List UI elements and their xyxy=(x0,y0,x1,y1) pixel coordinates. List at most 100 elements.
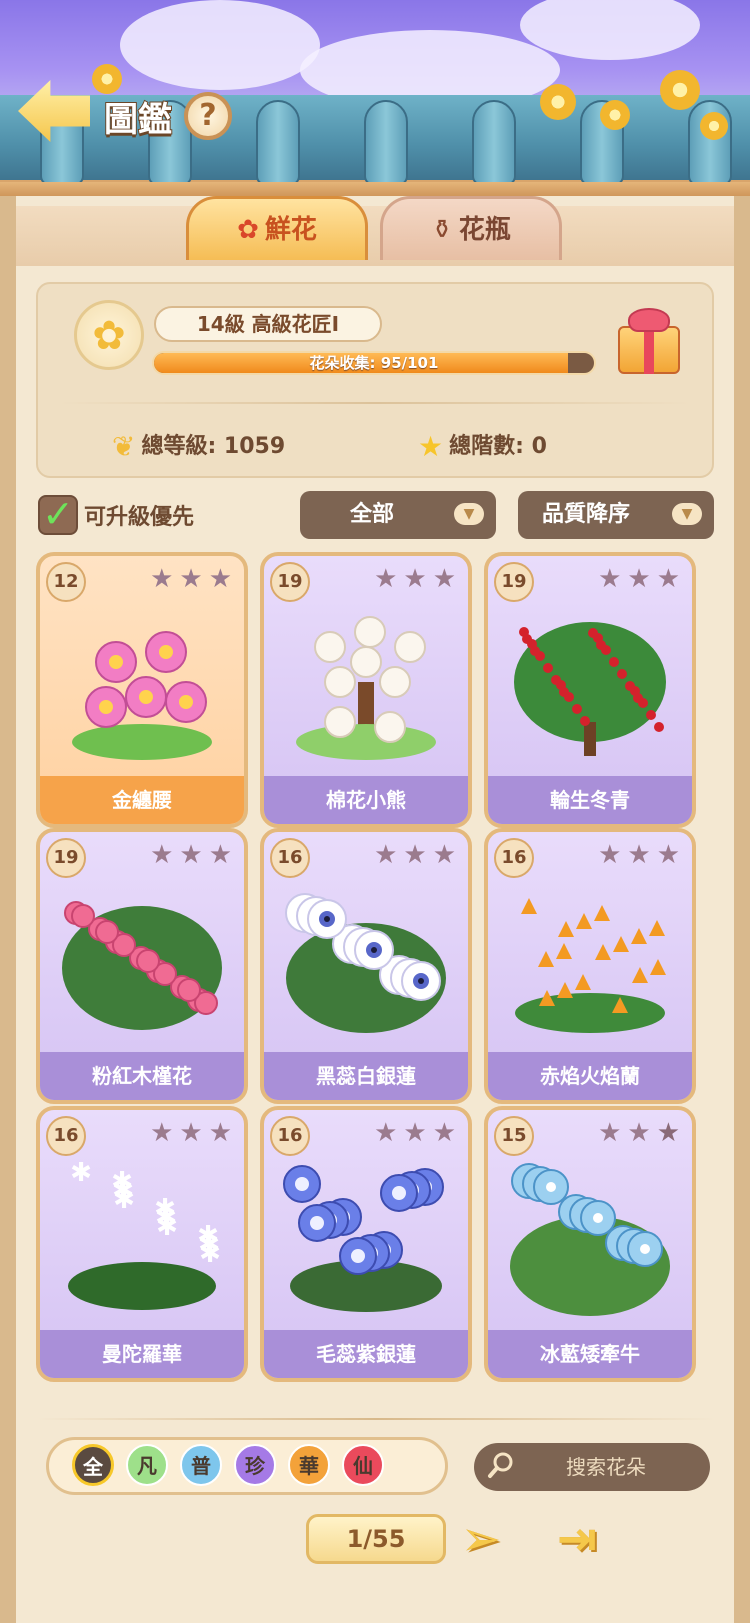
sort-dropdown[interactable]: 品質降序 ▼ xyxy=(518,491,714,539)
svg-text:✱: ✱ xyxy=(154,1194,176,1224)
star-icon: ★ xyxy=(150,564,174,594)
card-level-badge: 16 xyxy=(270,1116,310,1156)
quality-filter-button[interactable]: 珍 xyxy=(234,1444,276,1486)
page-title: 圖鑑 xyxy=(103,99,173,141)
card-stars: ★ ★ ★ xyxy=(150,1118,232,1148)
star-icon: ★ xyxy=(598,1118,622,1148)
lotus-illustration xyxy=(56,602,228,762)
star-icon: ★ xyxy=(627,840,651,870)
next-page-button[interactable]: ➢ xyxy=(452,1512,510,1566)
flower-card[interactable]: 16 ★ ★ ★ ✱ ✱ ✱ ✱ ✱ ✱ ✱ ✱ ✱ ✱ 曼陀羅華 xyxy=(36,1106,248,1382)
chevron-down-icon: ▼ xyxy=(454,503,484,525)
flower-card[interactable]: 15 ★ ★ ★ 冰藍矮牽牛 xyxy=(484,1106,696,1382)
flower-card[interactable]: 19 ★ ★ ★ 輪生冬青 xyxy=(484,552,696,828)
cloud xyxy=(520,0,700,60)
star-icon: ★ xyxy=(179,564,203,594)
blossom-decor xyxy=(600,100,630,130)
star-icon: ★ xyxy=(432,1118,456,1148)
flower-card[interactable]: 19 ★ ★ ★ 棉花小熊 xyxy=(260,552,472,828)
card-name: 金纏腰 xyxy=(40,776,244,824)
card-level-badge: 12 xyxy=(46,562,86,602)
star-icon: ★ xyxy=(627,1118,651,1148)
card-name: 輪生冬青 xyxy=(488,776,692,824)
quality-filter-button[interactable]: 普 xyxy=(180,1444,222,1486)
divider xyxy=(36,1418,716,1420)
gardener-level: 14級 高級花匠Ⅰ xyxy=(154,306,382,342)
gift-box-icon[interactable] xyxy=(618,308,680,374)
page-indicator: 1/55 xyxy=(306,1514,446,1564)
star-icon: ★ xyxy=(179,1118,203,1148)
help-button[interactable]: ? xyxy=(184,92,232,140)
gift-ribbon xyxy=(644,326,654,374)
category-selected: 全部 xyxy=(350,502,395,527)
card-stars: ★ ★ ★ xyxy=(150,840,232,870)
blossom-decor xyxy=(660,70,700,110)
card-level-badge: 16 xyxy=(270,838,310,878)
star-icon: ★ xyxy=(403,1118,427,1148)
star-icon: ★ xyxy=(208,840,232,870)
star-icon: ★ xyxy=(179,840,203,870)
quality-filter-button[interactable]: 凡 xyxy=(126,1444,168,1486)
blue-anemone-illustration xyxy=(280,1156,452,1316)
card-name: 毛蕊紫銀蓮 xyxy=(264,1330,468,1378)
star-icon: ★ xyxy=(656,1118,680,1148)
tab-label: 花瓶 xyxy=(458,215,511,245)
card-stars: ★ ★ ★ xyxy=(598,564,680,594)
card-level-badge: 16 xyxy=(494,838,534,878)
search-icon xyxy=(488,1452,513,1478)
star-icon: ★ xyxy=(432,564,456,594)
checkmark-icon[interactable]: ✓ xyxy=(38,495,78,535)
star-icon: ★ xyxy=(374,564,398,594)
blossom-decor xyxy=(700,112,728,140)
card-name: 冰藍矮牽牛 xyxy=(488,1330,692,1378)
white-lily-illustration: ✱ ✱ ✱ ✱ ✱ ✱ ✱ ✱ ✱ ✱ xyxy=(56,1156,228,1316)
total-level-stat: ❦ 總等級: 1059 xyxy=(112,428,285,463)
quality-filter-button[interactable]: 華 xyxy=(288,1444,330,1486)
search-placeholder: 搜索花朵 xyxy=(566,1455,646,1479)
card-name: 赤焰火焰蘭 xyxy=(488,1052,692,1100)
star-icon: ★ xyxy=(208,564,232,594)
star-icon: ★ xyxy=(627,564,651,594)
upgrade-first-toggle[interactable]: ✓ 可升級優先 xyxy=(38,495,194,535)
card-level-badge: 19 xyxy=(46,838,86,878)
card-stars: ★ ★ ★ xyxy=(598,1118,680,1148)
card-level-badge: 15 xyxy=(494,1116,534,1156)
star-icon: ★ xyxy=(656,840,680,870)
card-stars: ★ ★ ★ xyxy=(374,840,456,870)
plum-blossom-emblem-icon: ✿ xyxy=(74,300,144,370)
svg-text:✱: ✱ xyxy=(70,1158,92,1188)
holly-illustration xyxy=(504,602,676,762)
quality-filter-button[interactable]: 全 xyxy=(72,1444,114,1486)
card-name: 曼陀羅華 xyxy=(40,1330,244,1378)
category-dropdown[interactable]: 全部 ▼ xyxy=(300,491,496,539)
card-name: 粉紅木槿花 xyxy=(40,1052,244,1100)
flower-card[interactable]: 16 ★ ★ ★ 黑蕊白銀蓮 xyxy=(260,828,472,1104)
star-icon: ★ xyxy=(150,840,174,870)
star-icon: ★ xyxy=(656,564,680,594)
last-page-button[interactable]: ⇥ xyxy=(548,1512,606,1566)
quality-filter-button[interactable]: 仙 xyxy=(342,1444,384,1486)
rose-icon: ✿ xyxy=(237,215,259,245)
blossom-decor xyxy=(92,64,122,94)
star-icon: ★ xyxy=(598,840,622,870)
blue-petunia-illustration xyxy=(504,1156,676,1316)
card-level-badge: 19 xyxy=(494,562,534,602)
divider xyxy=(60,402,690,404)
flower-card[interactable]: 12 ★ ★ ★ 金纏腰 xyxy=(36,552,248,828)
svg-text:✱: ✱ xyxy=(197,1221,219,1251)
tab-vases[interactable]: ⚱ 花瓶 xyxy=(380,196,562,260)
card-stars: ★ ★ ★ xyxy=(150,564,232,594)
vase-icon: ⚱ xyxy=(431,215,453,245)
roof-tile xyxy=(256,100,300,186)
card-level-badge: 19 xyxy=(270,562,310,602)
star-icon: ★ xyxy=(403,564,427,594)
flower-card[interactable]: 19 ★ ★ ★ 粉紅木槿花 xyxy=(36,828,248,1104)
card-stars: ★ ★ ★ xyxy=(374,1118,456,1148)
star-icon: ★ xyxy=(432,840,456,870)
upgrade-first-label: 可升級優先 xyxy=(84,505,195,530)
star-icon: ★ xyxy=(418,430,444,463)
flower-card[interactable]: 16 ★ ★ ★ 赤焰火焰蘭 xyxy=(484,828,696,1104)
tab-flowers[interactable]: ✿ 鮮花 xyxy=(186,196,368,260)
card-stars: ★ ★ ★ xyxy=(598,840,680,870)
flower-card[interactable]: 16 ★ ★ ★ 毛蕊紫銀蓮 xyxy=(260,1106,472,1382)
